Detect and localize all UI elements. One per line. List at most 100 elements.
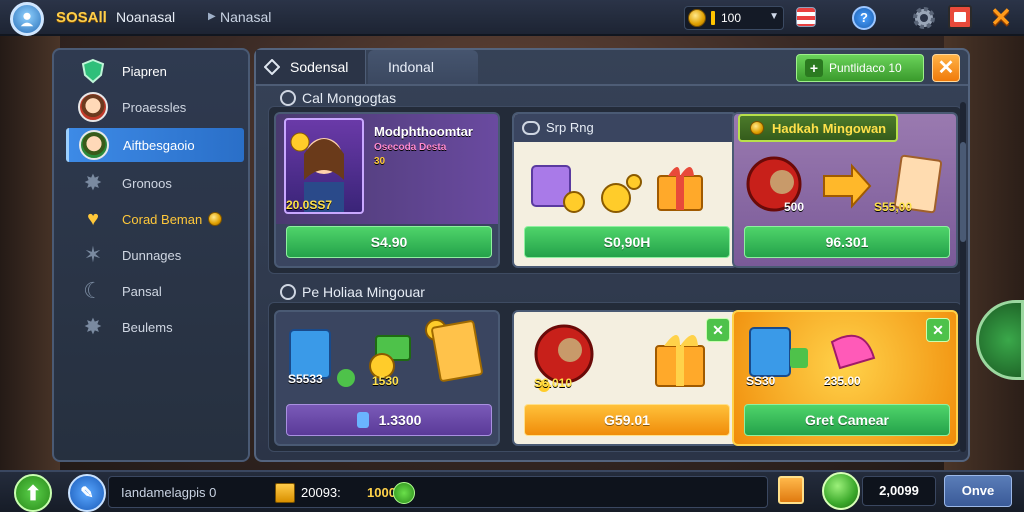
star-icon: ✸: [83, 170, 103, 195]
calendar-icon[interactable]: [948, 5, 972, 29]
top-bar: SOSAll Noanasal ▶ Nanasal 100 ▼ ? ✕: [0, 0, 1024, 36]
star-icon: ✶: [83, 242, 103, 267]
scrollbar-thumb[interactable]: [960, 142, 966, 242]
breadcrumb-arrow-icon: ▶: [208, 11, 216, 22]
buy-button[interactable]: S0,90H: [524, 226, 730, 258]
sidebar-item-label: Aiftbesgaoio: [123, 137, 195, 153]
buy-button[interactable]: G59.01: [524, 404, 730, 436]
sidebar-item-proaessles[interactable]: Proaessles: [68, 90, 244, 124]
coin-balance-dropdown[interactable]: 100 ▼: [684, 6, 784, 30]
card-label-left: SS30: [746, 374, 776, 388]
tab-sodensal[interactable]: Sodensal: [256, 50, 366, 84]
next-page-button[interactable]: [976, 300, 1024, 380]
language-flag-icon[interactable]: [796, 7, 816, 27]
buy-button[interactable]: Gret Camear: [744, 404, 950, 436]
close-icon[interactable]: ✕: [926, 318, 950, 342]
clock-icon: [280, 284, 296, 300]
panel-scrollbar[interactable]: [960, 102, 966, 452]
section-title: Pe Holiaa Mingouar: [280, 284, 425, 300]
card-label-right: 235.00: [824, 374, 861, 388]
background-wall-left: [0, 0, 60, 512]
tab-label: Indonal: [388, 59, 434, 75]
plus-icon: +: [805, 59, 823, 77]
card-subtitle-2: 30: [374, 156, 386, 167]
star-icon: ✸: [83, 314, 103, 339]
card-label-right: S55,00: [874, 200, 913, 214]
card-subtitle: Osecoda Desta: [374, 142, 447, 153]
clock-icon: [280, 90, 296, 106]
card-label-left: S6.010: [534, 376, 573, 390]
coin-icon: [750, 121, 764, 135]
tab-label: Sodensal: [290, 59, 349, 75]
sidebar-item-label: Piapren: [122, 63, 167, 79]
pencil-icon[interactable]: ✎: [68, 474, 106, 512]
game-logo: SOSAll: [56, 9, 107, 26]
purchase-button-label: Puntlidaco 10: [829, 61, 902, 75]
card-badge: 20.0SS7: [286, 198, 333, 212]
diamond-icon: [264, 59, 280, 75]
green-coin-icon: [393, 482, 415, 504]
card-art: [531, 165, 703, 213]
card-title: Modphthoomtar: [374, 124, 473, 139]
done-button[interactable]: Onve: [944, 475, 1012, 507]
tab-divider: [256, 84, 968, 86]
chat-amount: 20093:: [301, 485, 341, 500]
sidebar-item-label: Proaessles: [122, 99, 187, 115]
character-avatar-icon: [78, 92, 108, 122]
chevron-down-icon: ▼: [769, 11, 779, 22]
coin-bar: [711, 11, 715, 25]
player-avatar[interactable]: [10, 2, 44, 36]
shield-icon: [78, 56, 108, 86]
sidebar-item-piapren[interactable]: Piapren: [68, 54, 244, 88]
section-title: Cal Mongogtas: [280, 90, 396, 106]
character-avatar-icon: [79, 130, 109, 160]
coin-icon: [208, 212, 223, 226]
sidebar-item-gronoos[interactable]: ✸ Gronoos: [68, 166, 244, 200]
card-label-left: S5533: [288, 372, 323, 386]
card-label-left: 500: [784, 200, 805, 214]
buy-button[interactable]: 96.301: [744, 226, 950, 258]
sidebar-item-label: Corad Beman: [122, 211, 203, 227]
close-icon[interactable]: ✕: [706, 318, 730, 342]
close-icon[interactable]: ✕: [988, 4, 1014, 31]
gem-balance: 2,0099: [862, 476, 936, 506]
purchase-button[interactable]: + Puntlidaco 10: [796, 54, 924, 82]
chat-amount-2: 1000: [367, 485, 396, 500]
box-icon: [275, 483, 295, 503]
sidebar-item-label: Pansal: [122, 283, 162, 299]
buy-button[interactable]: S4.90: [286, 226, 492, 258]
shop-card[interactable]: SS30 235.00 ✕ Gret Camear: [732, 310, 958, 446]
shop-card[interactable]: 20.0SS7 Modphthoomtar Osecoda Desta 30 S…: [274, 112, 500, 268]
gem-orb-icon[interactable]: [822, 472, 860, 510]
coin-balance: 100: [721, 11, 742, 25]
section-title-text: Cal Mongogtas: [302, 90, 397, 106]
shop-card[interactable]: Hadkah Mingowan 500 S55,00 96.301: [732, 112, 958, 268]
coin-icon: [688, 9, 706, 27]
panel-close-button[interactable]: ✕: [932, 54, 960, 82]
upload-arrow-icon[interactable]: ⬆: [14, 474, 52, 512]
shop-panel: Sodensal Indonal + Puntlidaco 10 ✕ Cal M…: [254, 48, 970, 462]
sidebar-item-dunnages[interactable]: ✶ Dunnages: [68, 238, 244, 272]
buy-button-label: 1.3300: [378, 412, 422, 428]
help-button[interactable]: ?: [852, 6, 876, 30]
tab-indonal[interactable]: Indonal: [368, 50, 478, 84]
card-title-text: Srp Rng: [546, 120, 594, 135]
card-title: Hadkah Mingowan: [738, 114, 899, 142]
sidebar-item-corad-beman[interactable]: ♥ Corad Beman: [68, 202, 244, 236]
buy-button[interactable]: 1.3300: [286, 404, 492, 436]
toggle-icon: [522, 120, 540, 135]
card-title: Srp Rng: [522, 120, 594, 135]
gear-icon[interactable]: [910, 4, 938, 32]
sidebar-item-aiftbesgaoio[interactable]: Aiftbesgaoio: [66, 128, 244, 162]
card-label-right: 1530: [372, 374, 399, 388]
shop-card[interactable]: S5533 1530 1.3300: [274, 310, 500, 446]
shop-card[interactable]: S6.010 ✕ G59.01: [512, 310, 738, 446]
sidebar-item-label: Dunnages: [122, 247, 182, 263]
shop-card[interactable]: Srp Rng S0,90H: [512, 112, 738, 268]
chat-input[interactable]: Iandamelagpis 0 20093: 1000: [108, 476, 768, 508]
sidebar-item-beulems[interactable]: ✸ Beulems: [68, 310, 244, 344]
sidebar-item-pansal[interactable]: ☾ Pansal: [68, 274, 244, 308]
gift-icon[interactable]: [778, 476, 804, 504]
game-subtitle: Noanasal: [116, 9, 176, 25]
avatar-icon: [20, 12, 34, 27]
